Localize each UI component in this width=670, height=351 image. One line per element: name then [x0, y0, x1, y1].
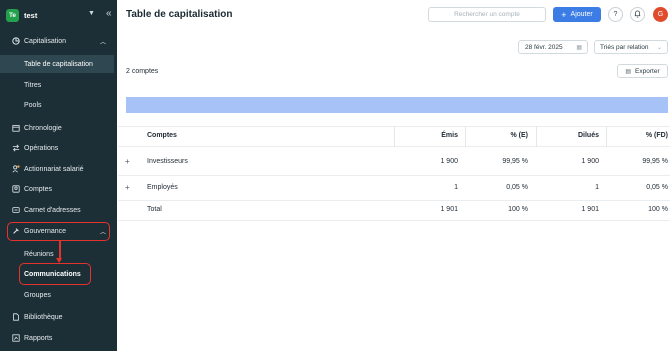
sidebar-item-actionnariat-salarie[interactable]: Actionnariat salarié	[6, 160, 112, 178]
row-pct-e: 0,05 %	[506, 184, 528, 191]
sidebar-item-pools[interactable]: Pools	[18, 96, 112, 114]
page-title: Table de capitalisation	[126, 9, 233, 20]
collapse-sidebar-icon[interactable]: «	[106, 8, 112, 19]
sidebar-item-label: Rapports	[24, 334, 53, 342]
sidebar-item-comptes[interactable]: Comptes	[6, 180, 112, 198]
help-icon: ?	[613, 11, 618, 18]
row-emis: 1 900	[440, 158, 458, 165]
workspace-switcher[interactable]: Te test ▼ «	[6, 8, 112, 22]
sort-select[interactable]: Triés par relation ⌄	[594, 40, 668, 54]
sidebar-item-label: Comptes	[24, 185, 53, 193]
plus-icon: +	[561, 9, 567, 20]
sidebar-item-label: Réunions	[24, 250, 54, 258]
communications-highlight	[19, 263, 91, 285]
total-emis: 1 901	[440, 206, 458, 213]
total-dilues: 1 901	[581, 206, 599, 213]
row-divider	[118, 175, 670, 176]
row-divider	[118, 200, 670, 201]
user-avatar[interactable]: G	[653, 7, 668, 22]
column-separator	[465, 126, 466, 147]
column-separator	[606, 126, 607, 147]
export-button-label: Exporter	[635, 67, 660, 75]
sidebar-item-table-de-capitalisation[interactable]: Table de capitalisation	[0, 55, 114, 73]
sidebar: Te test ▼ « Capitalisation ︿ Table de ca…	[0, 0, 117, 351]
sidebar-item-label: Carnet d'adresses	[24, 206, 81, 214]
sidebar-item-label: Actionnariat salarié	[24, 165, 84, 173]
workspace-logo: Te	[6, 8, 19, 22]
document-icon	[11, 313, 20, 322]
expand-row-icon[interactable]: +	[125, 157, 130, 166]
column-header-emis[interactable]: Émis	[400, 132, 458, 139]
gouvernance-highlight	[7, 222, 110, 241]
column-header-pct-fd[interactable]: % (FD)	[610, 132, 668, 139]
sidebar-item-reunions[interactable]: Réunions	[18, 245, 112, 263]
notifications-button[interactable]	[630, 7, 645, 22]
add-button[interactable]: + Ajouter	[553, 7, 601, 22]
row-emis: 1	[454, 184, 458, 191]
total-pct-e: 100 %	[508, 206, 528, 213]
sidebar-item-label: Bibliothèque	[24, 313, 63, 321]
sidebar-item-label: Titres	[24, 81, 42, 89]
chevron-up-icon: ︿	[99, 40, 106, 46]
column-separator	[394, 126, 395, 147]
sidebar-item-groupes[interactable]: Groupes	[18, 286, 112, 304]
sort-value: Triés par relation	[600, 43, 649, 51]
search-placeholder: Rechercher un compte	[454, 11, 520, 18]
column-separator	[536, 126, 537, 147]
sidebar-item-label: Opérations	[24, 144, 59, 152]
column-header-pct-e[interactable]: % (E)	[470, 132, 529, 139]
row-account-name: Employés	[147, 184, 178, 191]
row-divider	[118, 220, 670, 221]
address-book-icon	[11, 206, 20, 215]
sidebar-item-titres[interactable]: Titres	[18, 76, 112, 94]
calendar-icon: ▦	[576, 45, 582, 51]
accounts-count: 2 comptes	[126, 68, 159, 75]
total-pct-fd: 100 %	[648, 206, 668, 213]
chart-band	[126, 97, 668, 113]
accounts-icon	[11, 185, 20, 194]
calendar-icon	[11, 124, 20, 133]
row-dilues: 1	[595, 184, 599, 191]
sidebar-item-carnet-d-adresses[interactable]: Carnet d'adresses	[6, 201, 112, 219]
caret-down-icon[interactable]: ▼	[88, 10, 95, 17]
row-account-name: Investisseurs	[147, 158, 188, 165]
sidebar-item-chronologie[interactable]: Chronologie	[6, 119, 112, 137]
export-button[interactable]: ▤ Exporter	[617, 64, 668, 78]
help-button[interactable]: ?	[608, 7, 623, 22]
date-value: 28 févr. 2025	[525, 43, 563, 51]
sidebar-item-label: Chronologie	[24, 124, 62, 132]
total-label: Total	[147, 206, 162, 213]
column-header-comptes[interactable]: Comptes	[147, 132, 177, 139]
table-export-icon: ▤	[625, 68, 632, 75]
row-dilues: 1 900	[581, 158, 599, 165]
sidebar-item-label: Pools	[24, 101, 42, 109]
sidebar-item-rapports[interactable]: Rapports	[6, 329, 112, 347]
chevron-down-icon: ⌄	[656, 45, 662, 51]
date-picker[interactable]: 28 févr. 2025 ▦	[518, 40, 588, 54]
add-button-label: Ajouter	[570, 11, 593, 18]
expand-row-icon[interactable]: +	[125, 183, 130, 192]
sidebar-item-capitalisation[interactable]: Capitalisation ︿	[6, 32, 112, 50]
row-pct-e: 99,95 %	[502, 158, 528, 165]
workspace-name: test	[24, 10, 38, 20]
employee-share-icon	[11, 165, 20, 174]
sidebar-item-bibliotheque[interactable]: Bibliothèque	[6, 308, 112, 326]
report-icon	[11, 334, 20, 343]
sidebar-item-label: Capitalisation	[24, 37, 67, 45]
sidebar-item-operations[interactable]: Opérations	[6, 139, 112, 157]
pie-chart-icon	[11, 37, 20, 46]
row-pct-fd: 0,05 %	[646, 184, 668, 191]
search-input[interactable]: Rechercher un compte	[428, 7, 546, 22]
bell-icon	[634, 9, 641, 20]
column-header-dilues[interactable]: Dilués	[541, 132, 599, 139]
sidebar-item-label: Groupes	[24, 291, 51, 299]
sidebar-item-label: Table de capitalisation	[24, 60, 93, 68]
row-pct-fd: 99,95 %	[642, 158, 668, 165]
transfer-icon	[11, 144, 20, 153]
